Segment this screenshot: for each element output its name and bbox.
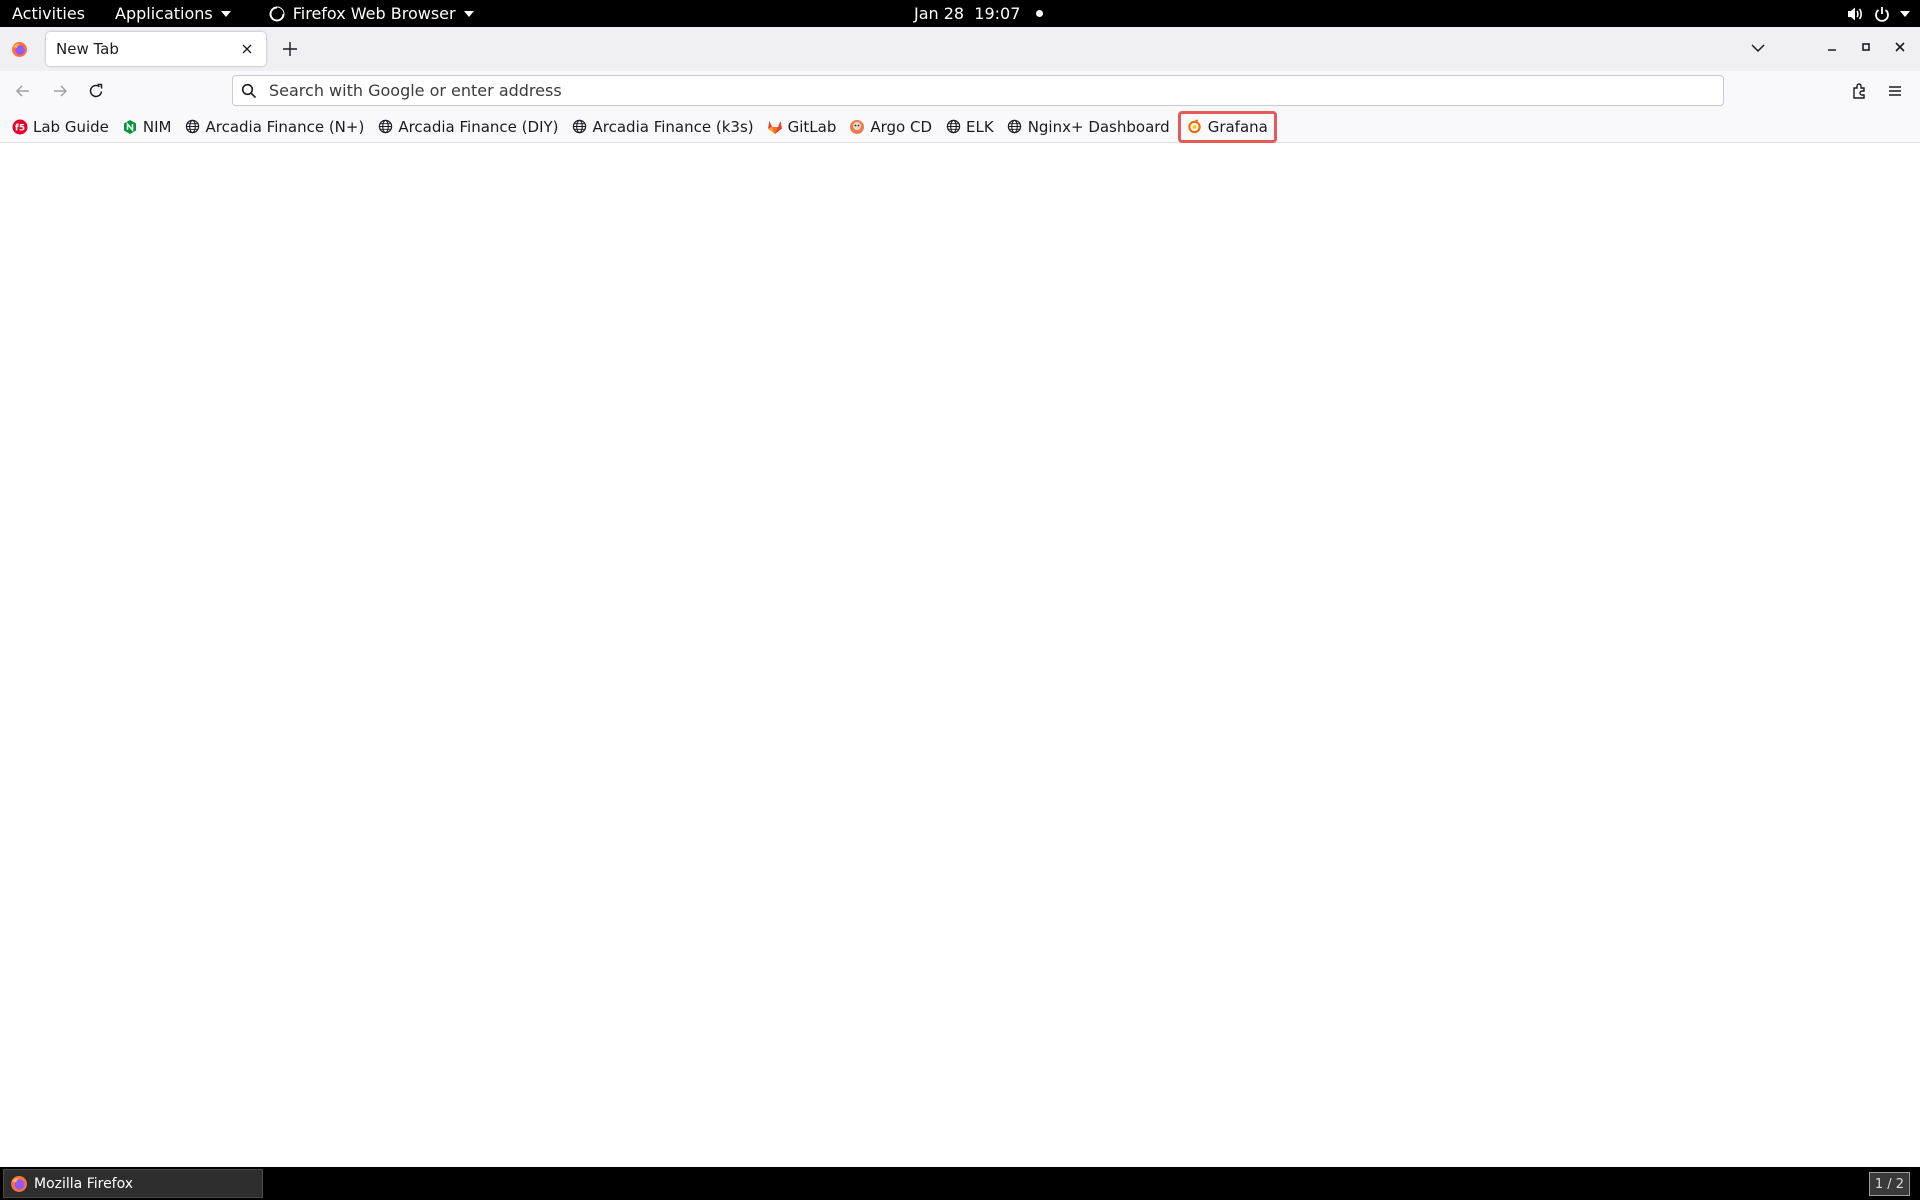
chevron-down-icon xyxy=(1900,10,1910,17)
url-bar[interactable] xyxy=(232,75,1724,106)
maximize-button[interactable] xyxy=(1858,39,1874,55)
bookmark-label: Arcadia Finance (DIY) xyxy=(398,117,559,136)
window-list-bar: Mozilla Firefox 1 / 2 xyxy=(0,1167,1920,1200)
close-window-button[interactable] xyxy=(1892,39,1908,55)
volume-icon xyxy=(1846,6,1864,22)
bookmark-label: Nginx+ Dashboard xyxy=(1027,117,1170,136)
bookmark-gitlab[interactable]: GitLab xyxy=(765,114,839,140)
applications-menu[interactable]: Applications xyxy=(97,0,243,27)
bookmark-arcadia-finance-diy[interactable]: Arcadia Finance (DIY) xyxy=(375,114,560,140)
clock[interactable]: Jan 28 19:07 xyxy=(914,0,1044,27)
bookmark-argo-cd[interactable]: Argo CD xyxy=(847,114,934,140)
bookmark-label: Arcadia Finance (k3s) xyxy=(592,117,754,136)
forward-button[interactable] xyxy=(51,82,69,100)
applications-label: Applications xyxy=(115,4,213,23)
bookmark-arcadia-finance-nplus[interactable]: Arcadia Finance (N+) xyxy=(182,114,366,140)
bookmark-label: Arcadia Finance (N+) xyxy=(205,117,365,136)
taskbar-window-title: Mozilla Firefox xyxy=(34,1175,134,1192)
reload-button[interactable] xyxy=(87,82,105,100)
activities-label: Activities xyxy=(12,4,85,23)
bookmark-arcadia-finance-k3s[interactable]: Arcadia Finance (k3s) xyxy=(570,114,756,140)
window-controls xyxy=(1824,39,1908,55)
bookmark-elk[interactable]: ELK xyxy=(943,114,996,140)
minimize-button[interactable] xyxy=(1824,39,1840,55)
firefox-icon xyxy=(10,1175,28,1193)
firefox-view-icon[interactable] xyxy=(11,41,28,58)
firefox-small-icon xyxy=(269,6,285,22)
bookmark-nginx-plus-dashboard[interactable]: Nginx+ Dashboard xyxy=(1005,114,1172,140)
back-button[interactable] xyxy=(14,82,32,100)
bookmark-nim[interactable]: NIM xyxy=(120,114,174,140)
extensions-button[interactable] xyxy=(1850,82,1868,100)
list-all-tabs-button[interactable] xyxy=(1750,40,1766,56)
tab-strip: New Tab xyxy=(0,27,1920,71)
page-content[interactable] xyxy=(0,143,1920,1167)
new-tab-button[interactable] xyxy=(280,39,300,59)
globe-icon xyxy=(1007,119,1023,135)
tab-new-tab[interactable]: New Tab xyxy=(46,32,266,66)
workspace-indicator[interactable]: 1 / 2 xyxy=(1868,1172,1910,1196)
close-icon[interactable] xyxy=(238,40,256,58)
gnome-top-bar: Activities Applications Firefox Web Brow… xyxy=(0,0,1920,27)
tab-title: New Tab xyxy=(56,40,119,58)
f5-icon: f5 xyxy=(12,119,28,135)
workspace-label: 1 / 2 xyxy=(1874,1176,1904,1192)
grafana-icon xyxy=(1187,119,1203,135)
globe-icon xyxy=(377,119,393,135)
argo-icon xyxy=(849,119,865,135)
app-menu-button[interactable] xyxy=(1886,82,1904,100)
navigation-toolbar xyxy=(0,71,1920,111)
url-input[interactable] xyxy=(267,80,1671,101)
bookmark-label: Lab Guide xyxy=(33,117,109,136)
clock-label: Jan 28 19:07 xyxy=(914,4,1021,23)
globe-icon xyxy=(945,119,961,135)
bookmark-label: ELK xyxy=(966,117,994,136)
chevron-down-icon xyxy=(463,10,474,17)
bookmark-label: Argo CD xyxy=(870,117,933,136)
app-menu-label: Firefox Web Browser xyxy=(292,4,456,23)
power-icon xyxy=(1874,6,1890,22)
bookmark-label: Grafana xyxy=(1207,117,1268,136)
bookmark-label: GitLab xyxy=(787,117,837,136)
bookmark-grafana[interactable]: Grafana xyxy=(1177,110,1277,143)
nginx-icon xyxy=(122,119,138,135)
bookmark-label: NIM xyxy=(142,117,172,136)
taskbar-firefox-window[interactable]: Mozilla Firefox xyxy=(3,1169,263,1198)
globe-icon xyxy=(184,119,200,135)
activities-button[interactable]: Activities xyxy=(0,0,97,27)
bookmark-lab-guide[interactable]: f5 Lab Guide xyxy=(10,114,111,140)
search-icon xyxy=(241,83,257,99)
svg-text:f5: f5 xyxy=(15,123,25,133)
app-menu[interactable]: Firefox Web Browser xyxy=(243,0,486,27)
notification-dot-icon xyxy=(1036,10,1044,17)
bookmarks-toolbar: f5 Lab Guide NIM Arcadia Finance (N+) Ar… xyxy=(0,110,1920,143)
gitlab-icon xyxy=(767,119,783,135)
system-tray[interactable] xyxy=(1846,0,1910,27)
chevron-down-icon xyxy=(220,10,231,17)
globe-icon xyxy=(572,119,588,135)
